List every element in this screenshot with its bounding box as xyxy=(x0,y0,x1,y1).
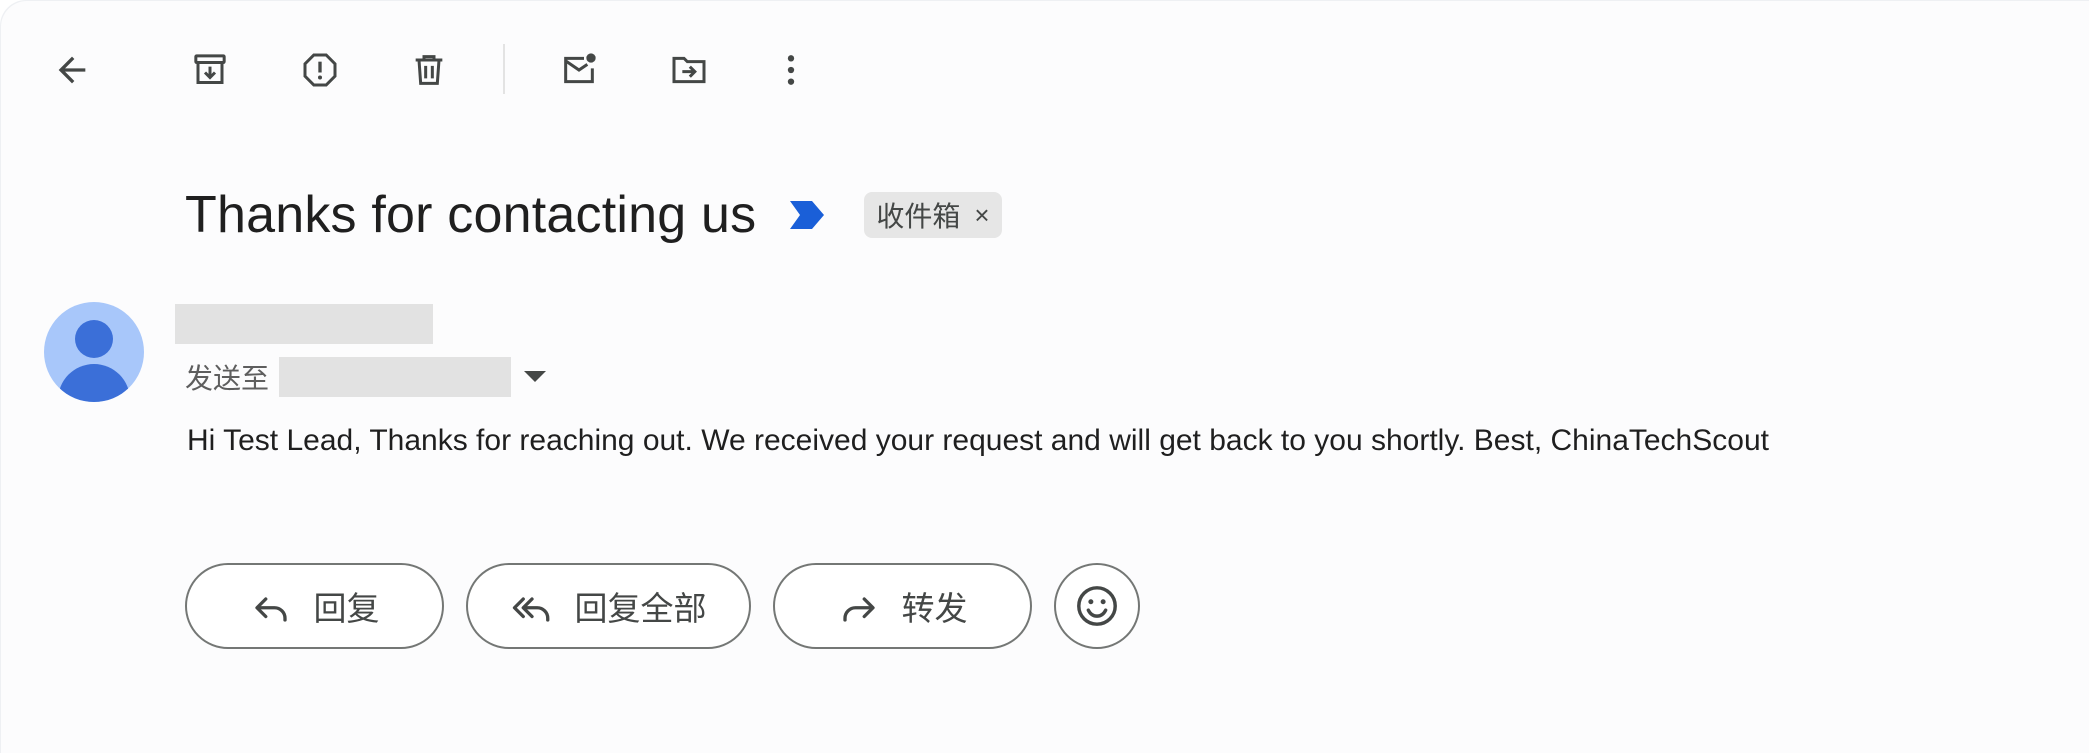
delete-icon xyxy=(415,55,443,85)
remove-label-button[interactable]: × xyxy=(974,200,989,231)
emoji-reaction-button[interactable] xyxy=(1054,563,1140,649)
recipient-redacted xyxy=(279,357,512,397)
mark-unread-button[interactable] xyxy=(551,42,607,98)
subject-row: Thanks for contacting us 收件箱 × xyxy=(185,180,1002,250)
back-button[interactable] xyxy=(44,42,100,98)
move-to-icon xyxy=(672,56,706,84)
reply-label: 回复 xyxy=(313,590,380,627)
reply-icon xyxy=(254,597,287,622)
archive-icon xyxy=(194,54,226,84)
email-subject: Thanks for contacting us xyxy=(185,186,757,244)
avatar-head xyxy=(75,320,113,358)
to-label: 发送至 xyxy=(185,363,270,394)
forward-label: 转发 xyxy=(901,590,968,627)
more-options-icon xyxy=(787,55,795,85)
avatar-body xyxy=(58,364,130,402)
reply-button[interactable]: 回复 xyxy=(185,563,444,649)
mark-unread-icon xyxy=(564,53,596,84)
reply-actions: 回复 回复全部 转发 xyxy=(185,561,1140,651)
sender-name-redacted xyxy=(175,304,433,344)
message-body: Hi Test Lead, Thanks for reaching out. W… xyxy=(187,424,1769,457)
email-view: Thanks for contacting us 收件箱 × 发送至 Hi Te… xyxy=(0,0,2089,753)
recipient-row: 发送至 xyxy=(185,356,549,398)
sender-avatar[interactable] xyxy=(44,302,144,402)
report-spam-icon xyxy=(303,53,337,87)
more-options-button[interactable] xyxy=(763,42,819,98)
inbox-label-chip: 收件箱 × xyxy=(864,192,1002,238)
forward-icon xyxy=(842,597,875,622)
forward-button[interactable]: 转发 xyxy=(773,563,1032,649)
email-toolbar xyxy=(0,0,2089,140)
reply-all-icon xyxy=(512,597,549,622)
importance-marker-icon[interactable] xyxy=(790,201,825,229)
caret-down-icon xyxy=(524,371,547,382)
smiley-icon xyxy=(1077,586,1117,626)
move-to-button[interactable] xyxy=(661,42,717,98)
show-details-button[interactable] xyxy=(521,363,549,391)
archive-button[interactable] xyxy=(182,42,238,98)
reply-all-label: 回复全部 xyxy=(574,590,707,627)
reply-all-button[interactable]: 回复全部 xyxy=(466,563,751,649)
toolbar-divider xyxy=(503,44,505,94)
back-arrow-icon xyxy=(58,56,86,84)
delete-button[interactable] xyxy=(401,42,457,98)
label-chip-text: 收件箱 xyxy=(876,201,961,232)
report-spam-button[interactable] xyxy=(292,42,348,98)
